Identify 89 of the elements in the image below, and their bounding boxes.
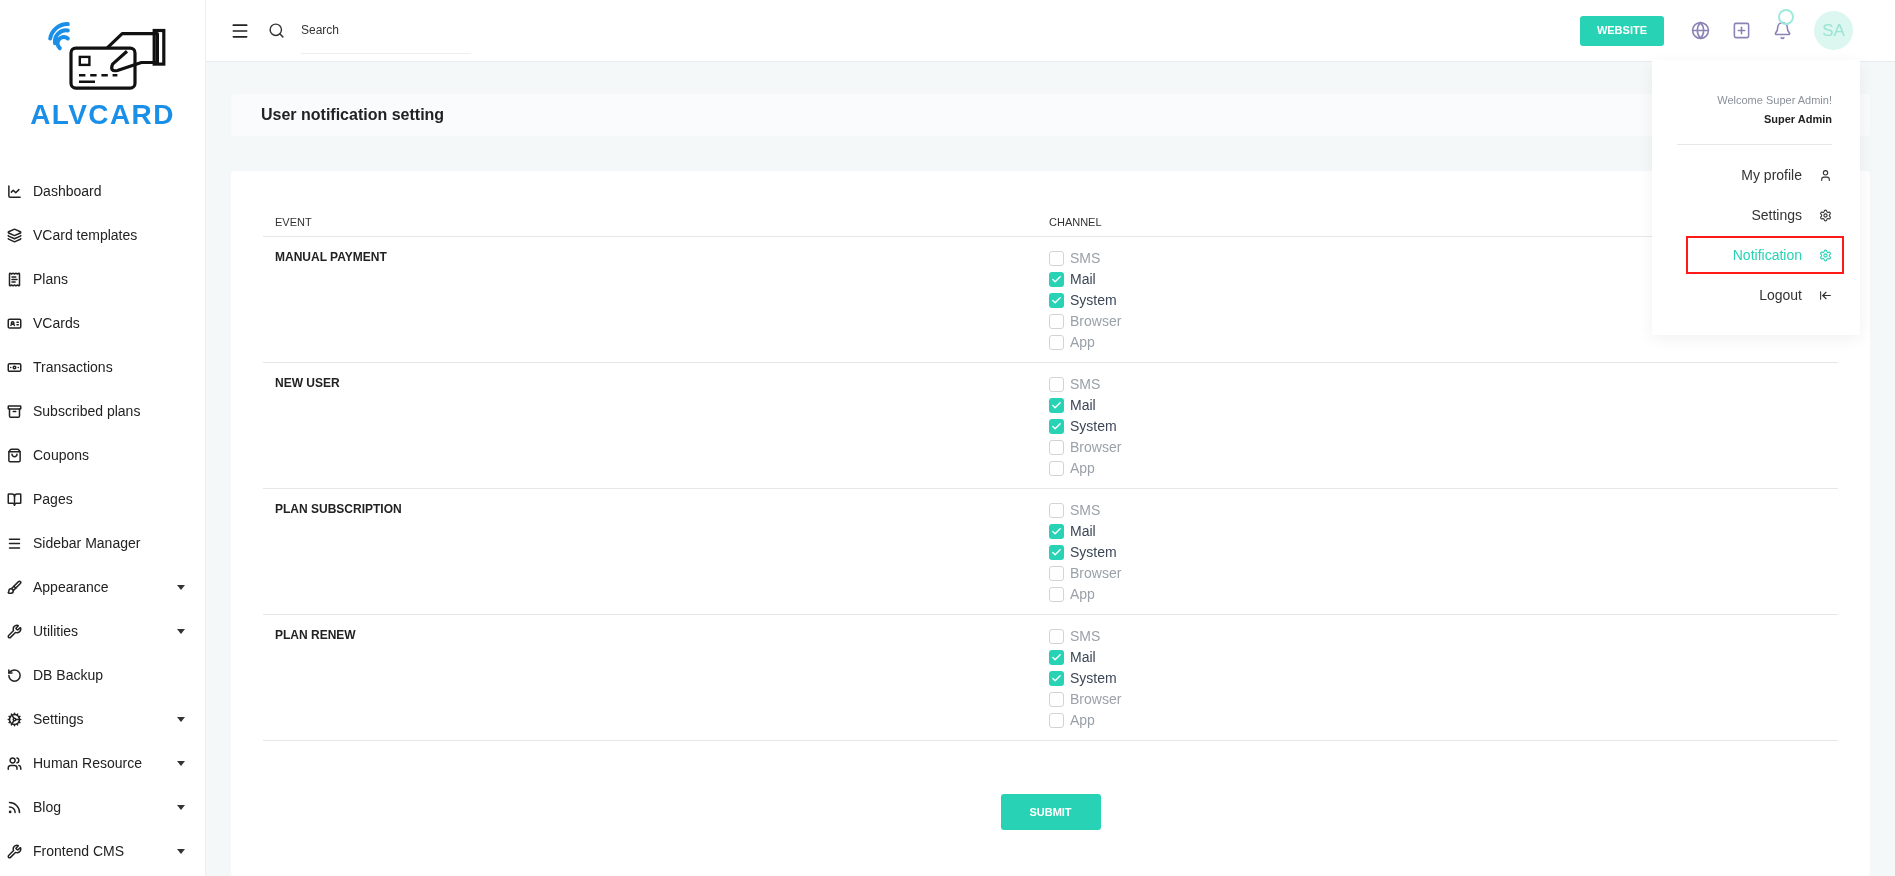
- channel-checkbox[interactable]: Mail: [1049, 395, 1122, 416]
- sidebar-item[interactable]: Settings: [0, 697, 205, 741]
- check-icon: [1051, 400, 1062, 411]
- channel-checkbox[interactable]: Mail: [1049, 269, 1122, 290]
- sidebar-item[interactable]: Frontend CMS: [0, 829, 205, 873]
- sidebar-item[interactable]: Appearance: [0, 565, 205, 609]
- page-title: User notification setting: [261, 105, 445, 125]
- column-header: EVENT: [274, 215, 313, 230]
- column-header: CHANNEL: [1049, 215, 1102, 230]
- sidebar-item[interactable]: VCards: [0, 301, 205, 345]
- bell-icon[interactable]: [1773, 21, 1792, 40]
- checkbox[interactable]: [1049, 629, 1064, 644]
- checkbox[interactable]: [1049, 398, 1064, 413]
- checkbox[interactable]: [1049, 293, 1064, 308]
- checkbox[interactable]: [1049, 335, 1064, 350]
- wrench-icon: [7, 623, 22, 639]
- event-name: PLAN RENEW: [274, 627, 357, 644]
- sidebar-item[interactable]: Dashboard: [0, 169, 205, 213]
- brush-icon: [7, 579, 22, 595]
- search-icon: [268, 22, 285, 39]
- logout-icon: [1819, 288, 1832, 302]
- undo-icon: [7, 667, 22, 683]
- checkbox[interactable]: [1049, 419, 1064, 434]
- checkbox[interactable]: [1049, 314, 1064, 329]
- sidebar-item[interactable]: Human Resource: [0, 741, 205, 785]
- channel-checkbox[interactable]: Mail: [1049, 521, 1122, 542]
- checkbox[interactable]: [1049, 503, 1064, 518]
- user-icon: [1819, 168, 1832, 182]
- sidebar-item[interactable]: Coupons: [0, 433, 205, 477]
- check-icon: [1051, 673, 1062, 684]
- checkbox[interactable]: [1049, 272, 1064, 287]
- user-name: Super Admin: [1763, 111, 1832, 127]
- checkbox[interactable]: [1049, 545, 1064, 560]
- checkbox[interactable]: [1049, 671, 1064, 686]
- list-icon: [7, 535, 22, 551]
- bag-icon: [7, 447, 22, 463]
- settings-icon: [1819, 248, 1832, 262]
- sidebar-item[interactable]: Blog: [0, 785, 205, 829]
- check-icon: [1051, 652, 1062, 663]
- check-icon: [1051, 421, 1062, 432]
- welcome-text: Welcome Super Admin!: [1717, 93, 1832, 108]
- channel-checkbox[interactable]: System: [1049, 542, 1122, 563]
- check-icon: [1051, 526, 1062, 537]
- logo-text: ALVCARD: [30, 101, 175, 129]
- event-name: PLAN SUBSCRIPTION: [274, 501, 403, 518]
- sidebar-item[interactable]: DB Backup: [0, 653, 205, 697]
- check-icon: [1051, 547, 1062, 558]
- settings-icon: [1819, 208, 1832, 222]
- event-name: MANUAL PAYMENT: [274, 249, 388, 266]
- chart-icon: [7, 183, 22, 199]
- users-icon: [7, 755, 22, 771]
- layers-icon: [7, 227, 22, 243]
- channel-checkbox[interactable]: Mail: [1049, 647, 1122, 668]
- globe-icon[interactable]: [1691, 21, 1710, 40]
- check-icon: [1051, 295, 1062, 306]
- event-name: NEW USER: [274, 375, 341, 392]
- checkbox[interactable]: [1049, 461, 1064, 476]
- channel-checkbox[interactable]: System: [1049, 668, 1122, 689]
- sidebar-item[interactable]: VCard templates: [0, 213, 205, 257]
- sidebar-item[interactable]: Sidebar Manager: [0, 521, 205, 565]
- checkbox[interactable]: [1049, 650, 1064, 665]
- receipt-icon: [7, 271, 22, 287]
- sidebar-item[interactable]: Utilities: [0, 609, 205, 653]
- channel-checkbox[interactable]: System: [1049, 416, 1122, 437]
- archive-icon: [7, 403, 22, 419]
- menu-item[interactable]: Settings: [1686, 196, 1844, 234]
- search-field[interactable]: Search: [301, 7, 471, 54]
- sidebar-item[interactable]: Subscribed plans: [0, 389, 205, 433]
- sidebar-item[interactable]: Transactions: [0, 345, 205, 389]
- rss-icon: [7, 799, 22, 815]
- checkbox[interactable]: [1049, 251, 1064, 266]
- menu-item[interactable]: My profile: [1686, 156, 1844, 194]
- menu-item[interactable]: Logout: [1686, 276, 1844, 314]
- channel-checkbox[interactable]: System: [1049, 290, 1122, 311]
- gears-icon: [7, 711, 22, 727]
- checkbox[interactable]: [1049, 566, 1064, 581]
- book-icon: [7, 491, 22, 507]
- sidebar-item[interactable]: Plans: [0, 257, 205, 301]
- checkbox[interactable]: [1049, 524, 1064, 539]
- add-icon[interactable]: [1732, 21, 1751, 40]
- check-icon: [1051, 274, 1062, 285]
- checkbox[interactable]: [1049, 692, 1064, 707]
- checkbox[interactable]: [1049, 713, 1064, 728]
- checkbox[interactable]: [1049, 377, 1064, 392]
- checkbox[interactable]: [1049, 440, 1064, 455]
- tools-icon: [7, 843, 22, 859]
- checkbox[interactable]: [1049, 587, 1064, 602]
- sidebar-item[interactable]: Pages: [0, 477, 205, 521]
- id-card-icon: [7, 315, 22, 331]
